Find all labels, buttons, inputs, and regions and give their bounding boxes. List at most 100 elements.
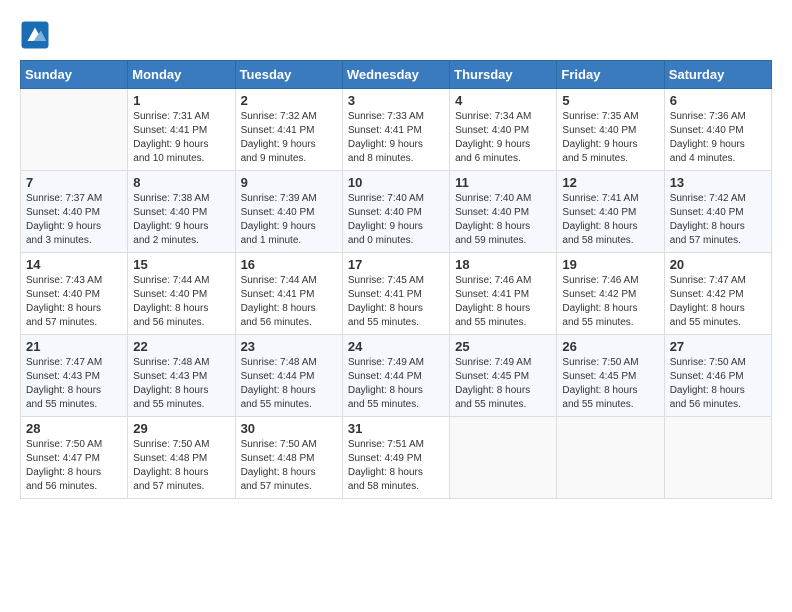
weekday-header-cell: Tuesday	[235, 61, 342, 89]
day-number: 14	[26, 257, 122, 272]
day-info: Sunrise: 7:44 AM Sunset: 4:40 PM Dayligh…	[133, 274, 229, 330]
day-number: 5	[562, 93, 658, 108]
calendar-body: 1 Sunrise: 7:31 AM Sunset: 4:41 PM Daylig…	[21, 89, 772, 499]
day-number: 4	[455, 93, 551, 108]
day-number: 13	[670, 175, 766, 190]
day-info: Sunrise: 7:50 AM Sunset: 4:46 PM Dayligh…	[670, 356, 766, 412]
day-info: Sunrise: 7:48 AM Sunset: 4:43 PM Dayligh…	[133, 356, 229, 412]
day-info: Sunrise: 7:32 AM Sunset: 4:41 PM Dayligh…	[241, 110, 337, 166]
calendar-cell	[21, 89, 128, 171]
day-info: Sunrise: 7:44 AM Sunset: 4:41 PM Dayligh…	[241, 274, 337, 330]
day-info: Sunrise: 7:43 AM Sunset: 4:40 PM Dayligh…	[26, 274, 122, 330]
day-number: 11	[455, 175, 551, 190]
day-info: Sunrise: 7:36 AM Sunset: 4:40 PM Dayligh…	[670, 110, 766, 166]
day-number: 6	[670, 93, 766, 108]
weekday-header-cell: Sunday	[21, 61, 128, 89]
day-number: 30	[241, 421, 337, 436]
logo-icon	[20, 20, 50, 50]
day-number: 7	[26, 175, 122, 190]
calendar-cell: 8 Sunrise: 7:38 AM Sunset: 4:40 PM Daylig…	[128, 171, 235, 253]
day-info: Sunrise: 7:40 AM Sunset: 4:40 PM Dayligh…	[348, 192, 444, 248]
calendar-cell: 11 Sunrise: 7:40 AM Sunset: 4:40 PM Dayli…	[450, 171, 557, 253]
day-info: Sunrise: 7:33 AM Sunset: 4:41 PM Dayligh…	[348, 110, 444, 166]
calendar-table: SundayMondayTuesdayWednesdayThursdayFrid…	[20, 60, 772, 499]
day-number: 22	[133, 339, 229, 354]
day-info: Sunrise: 7:41 AM Sunset: 4:40 PM Dayligh…	[562, 192, 658, 248]
weekday-header-cell: Thursday	[450, 61, 557, 89]
day-number: 18	[455, 257, 551, 272]
calendar-cell: 24 Sunrise: 7:49 AM Sunset: 4:44 PM Dayli…	[342, 335, 449, 417]
day-number: 20	[670, 257, 766, 272]
day-info: Sunrise: 7:51 AM Sunset: 4:49 PM Dayligh…	[348, 438, 444, 494]
weekday-header-row: SundayMondayTuesdayWednesdayThursdayFrid…	[21, 61, 772, 89]
calendar-cell: 20Sunrise: 7:47 AM Sunset: 4:42 PM Dayli…	[664, 253, 771, 335]
calendar-cell: 16 Sunrise: 7:44 AM Sunset: 4:41 PM Dayli…	[235, 253, 342, 335]
calendar-cell: 17 Sunrise: 7:45 AM Sunset: 4:41 PM Dayli…	[342, 253, 449, 335]
calendar-row: 7 Sunrise: 7:37 AM Sunset: 4:40 PM Daylig…	[21, 171, 772, 253]
day-info: Sunrise: 7:42 AM Sunset: 4:40 PM Dayligh…	[670, 192, 766, 248]
day-info: Sunrise: 7:37 AM Sunset: 4:40 PM Dayligh…	[26, 192, 122, 248]
calendar-cell: 6 Sunrise: 7:36 AM Sunset: 4:40 PM Daylig…	[664, 89, 771, 171]
calendar-cell: 1 Sunrise: 7:31 AM Sunset: 4:41 PM Daylig…	[128, 89, 235, 171]
calendar-cell: 19Sunrise: 7:46 AM Sunset: 4:42 PM Dayli…	[557, 253, 664, 335]
calendar-cell: 28Sunrise: 7:50 AM Sunset: 4:47 PM Dayli…	[21, 417, 128, 499]
day-number: 1	[133, 93, 229, 108]
calendar-cell	[664, 417, 771, 499]
calendar-cell: 27 Sunrise: 7:50 AM Sunset: 4:46 PM Dayli…	[664, 335, 771, 417]
day-number: 9	[241, 175, 337, 190]
day-info: Sunrise: 7:45 AM Sunset: 4:41 PM Dayligh…	[348, 274, 444, 330]
calendar-cell: 25Sunrise: 7:49 AM Sunset: 4:45 PM Dayli…	[450, 335, 557, 417]
calendar-row: 21 Sunrise: 7:47 AM Sunset: 4:43 PM Dayli…	[21, 335, 772, 417]
calendar-cell: 5 Sunrise: 7:35 AM Sunset: 4:40 PM Daylig…	[557, 89, 664, 171]
day-info: Sunrise: 7:48 AM Sunset: 4:44 PM Dayligh…	[241, 356, 337, 412]
calendar-cell: 12 Sunrise: 7:41 AM Sunset: 4:40 PM Dayli…	[557, 171, 664, 253]
day-number: 2	[241, 93, 337, 108]
day-number: 16	[241, 257, 337, 272]
calendar-cell: 3 Sunrise: 7:33 AM Sunset: 4:41 PM Daylig…	[342, 89, 449, 171]
day-number: 25	[455, 339, 551, 354]
calendar-row: 14 Sunrise: 7:43 AM Sunset: 4:40 PM Dayli…	[21, 253, 772, 335]
calendar-cell: 7 Sunrise: 7:37 AM Sunset: 4:40 PM Daylig…	[21, 171, 128, 253]
calendar-cell: 26Sunrise: 7:50 AM Sunset: 4:45 PM Dayli…	[557, 335, 664, 417]
calendar-cell: 21 Sunrise: 7:47 AM Sunset: 4:43 PM Dayli…	[21, 335, 128, 417]
day-info: Sunrise: 7:38 AM Sunset: 4:40 PM Dayligh…	[133, 192, 229, 248]
day-number: 26	[562, 339, 658, 354]
day-number: 10	[348, 175, 444, 190]
weekday-header-cell: Wednesday	[342, 61, 449, 89]
calendar-cell	[557, 417, 664, 499]
day-info: Sunrise: 7:50 AM Sunset: 4:48 PM Dayligh…	[133, 438, 229, 494]
day-number: 17	[348, 257, 444, 272]
day-number: 19	[562, 257, 658, 272]
page-header	[20, 20, 772, 50]
day-number: 28	[26, 421, 122, 436]
day-info: Sunrise: 7:47 AM Sunset: 4:43 PM Dayligh…	[26, 356, 122, 412]
calendar-cell: 23Sunrise: 7:48 AM Sunset: 4:44 PM Dayli…	[235, 335, 342, 417]
weekday-header-cell: Monday	[128, 61, 235, 89]
calendar-cell: 22 Sunrise: 7:48 AM Sunset: 4:43 PM Dayli…	[128, 335, 235, 417]
day-info: Sunrise: 7:39 AM Sunset: 4:40 PM Dayligh…	[241, 192, 337, 248]
calendar-row: 28Sunrise: 7:50 AM Sunset: 4:47 PM Dayli…	[21, 417, 772, 499]
day-info: Sunrise: 7:40 AM Sunset: 4:40 PM Dayligh…	[455, 192, 551, 248]
day-number: 12	[562, 175, 658, 190]
calendar-cell: 14 Sunrise: 7:43 AM Sunset: 4:40 PM Dayli…	[21, 253, 128, 335]
calendar-row: 1 Sunrise: 7:31 AM Sunset: 4:41 PM Daylig…	[21, 89, 772, 171]
day-number: 3	[348, 93, 444, 108]
calendar-cell: 2 Sunrise: 7:32 AM Sunset: 4:41 PM Daylig…	[235, 89, 342, 171]
day-number: 24	[348, 339, 444, 354]
day-number: 27	[670, 339, 766, 354]
calendar-cell	[450, 417, 557, 499]
weekday-header-cell: Friday	[557, 61, 664, 89]
calendar-cell: 13 Sunrise: 7:42 AM Sunset: 4:40 PM Dayli…	[664, 171, 771, 253]
day-number: 31	[348, 421, 444, 436]
day-number: 8	[133, 175, 229, 190]
calendar-cell: 9 Sunrise: 7:39 AM Sunset: 4:40 PM Daylig…	[235, 171, 342, 253]
day-info: Sunrise: 7:49 AM Sunset: 4:44 PM Dayligh…	[348, 356, 444, 412]
calendar-cell: 30 Sunrise: 7:50 AM Sunset: 4:48 PM Dayli…	[235, 417, 342, 499]
calendar-cell: 10 Sunrise: 7:40 AM Sunset: 4:40 PM Dayli…	[342, 171, 449, 253]
day-info: Sunrise: 7:31 AM Sunset: 4:41 PM Dayligh…	[133, 110, 229, 166]
day-info: Sunrise: 7:50 AM Sunset: 4:48 PM Dayligh…	[241, 438, 337, 494]
calendar-cell: 29Sunrise: 7:50 AM Sunset: 4:48 PM Dayli…	[128, 417, 235, 499]
day-info: Sunrise: 7:35 AM Sunset: 4:40 PM Dayligh…	[562, 110, 658, 166]
day-number: 21	[26, 339, 122, 354]
calendar-cell: 4Sunrise: 7:34 AM Sunset: 4:40 PM Daylig…	[450, 89, 557, 171]
